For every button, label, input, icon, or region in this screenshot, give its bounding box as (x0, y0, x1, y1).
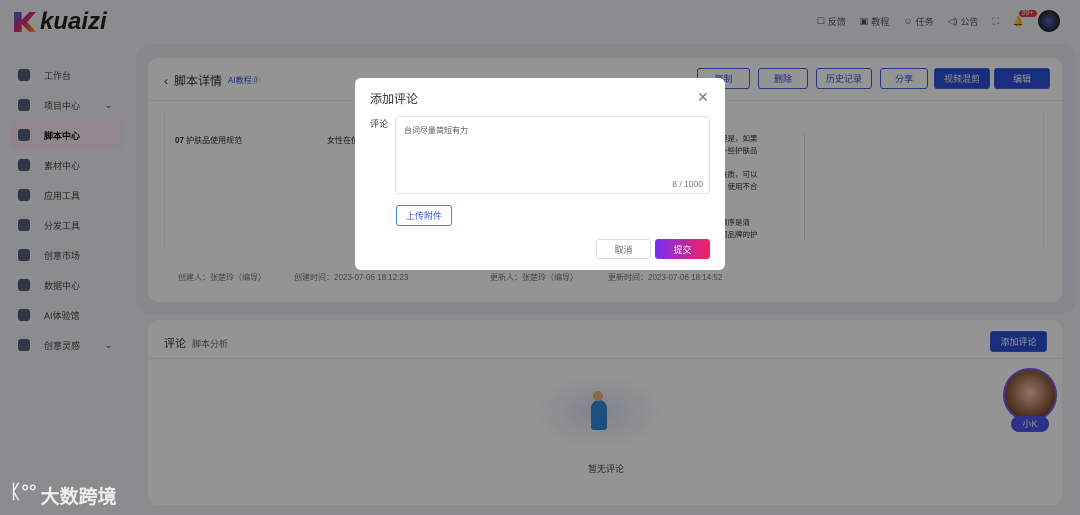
comment-label: 评论 (370, 119, 389, 129)
comment-value: 台词尽量简短有力 (404, 126, 468, 135)
upload-attachment-button[interactable]: 上传附件 (396, 205, 452, 226)
dialog-title: 添加评论 (370, 92, 419, 106)
cancel-button[interactable]: 取消 (596, 239, 651, 259)
submit-button[interactable]: 提交 (655, 239, 710, 259)
close-icon[interactable]: ✕ (697, 89, 709, 106)
add-comment-dialog: 添加评论 ✕ 评论 台词尽量简短有力 8 / 1000 上传附件 取消 提交 (355, 78, 725, 270)
comment-textarea[interactable]: 台词尽量简短有力 8 / 1000 (395, 116, 710, 194)
watermark: ᛕ°° 大数跨境 (10, 482, 117, 508)
char-count: 8 / 1000 (672, 179, 703, 189)
